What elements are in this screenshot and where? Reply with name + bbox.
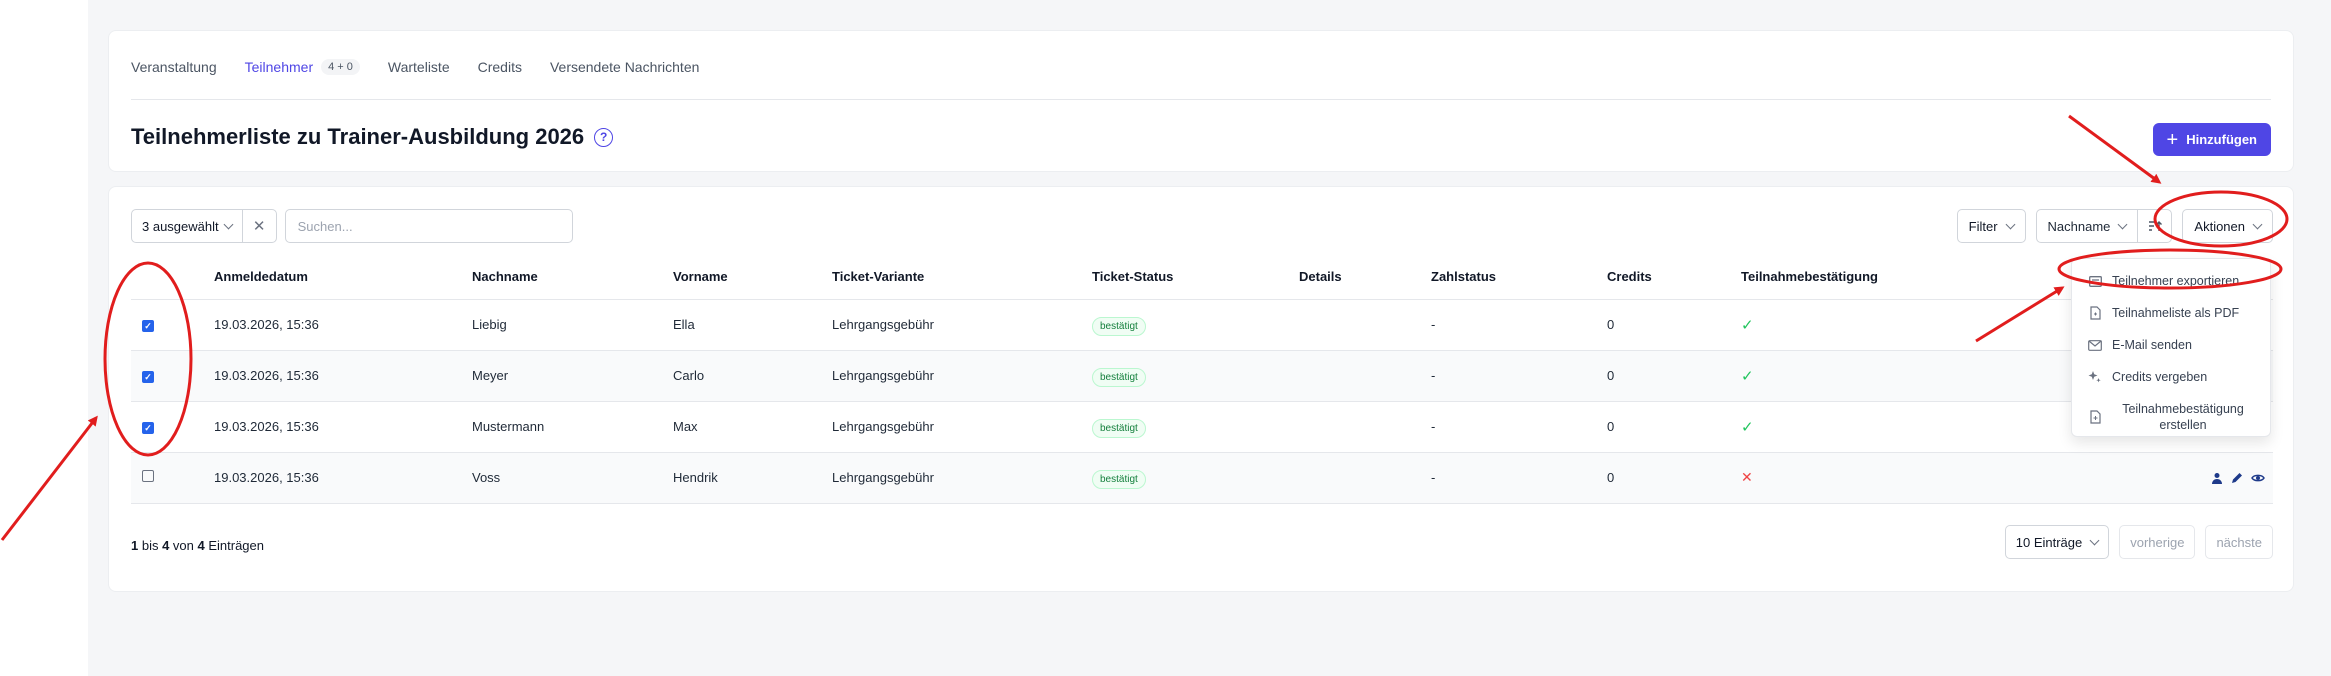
edit-icon[interactable]	[2231, 472, 2243, 484]
chevron-down-icon	[2089, 535, 2100, 545]
left-gutter	[0, 0, 88, 676]
table-row[interactable]: 19.03.2026, 15:36 Voss Hendrik Lehrgangs…	[131, 452, 2273, 504]
selection-group: 3 ausgewählt ✕	[131, 209, 277, 243]
next-page-button[interactable]: nächste	[2205, 525, 2273, 559]
export-icon	[2088, 274, 2102, 288]
sort-ascending-icon	[2148, 221, 2162, 231]
table-row[interactable]: ✓ 19.03.2026, 15:36 Meyer Carlo Lehrgang…	[131, 350, 2273, 402]
status-badge: bestätigt	[1092, 470, 1146, 489]
column-header[interactable]: Ticket-Status	[1092, 255, 1299, 300]
pagination-summary: 1 bis 4 von 4 Einträgen	[131, 538, 264, 553]
table-header-row: Anmeldedatum Nachname Vorname Ticket-Var…	[131, 255, 2273, 300]
column-header[interactable]: Details	[1299, 255, 1431, 300]
sort-group: Nachname	[2035, 209, 2173, 243]
row-actions	[2081, 472, 2273, 484]
actions-menu: Teilnehmer exportieren Teilnahmeliste al…	[2071, 258, 2271, 437]
menu-item-create-certificate[interactable]: Teilnahmebestätigung erstellen	[2072, 393, 2270, 441]
pdf-file-icon	[2088, 306, 2102, 320]
toolbar-right: Filter Nachname Aktionen	[1956, 209, 2273, 243]
menu-item-export-participants[interactable]: Teilnehmer exportieren	[2072, 265, 2270, 297]
tab-warteliste[interactable]: Warteliste	[388, 55, 450, 75]
row-checkbox[interactable]: ✓	[142, 320, 154, 333]
status-badge: bestätigt	[1092, 419, 1146, 438]
column-header[interactable]: Vorname	[673, 255, 832, 300]
row-checkbox[interactable]: ✓	[142, 371, 154, 384]
chevron-down-icon	[2252, 219, 2263, 229]
column-header[interactable]: Nachname	[472, 255, 673, 300]
filter-button[interactable]: Filter	[1956, 209, 2026, 243]
header-card: Veranstaltung Teilnehmer 4 + 0 Wartelist…	[108, 30, 2294, 172]
status-badge: bestätigt	[1092, 368, 1146, 387]
table-row[interactable]: ✓ 19.03.2026, 15:36 Mustermann Max Lehrg…	[131, 401, 2273, 453]
sort-field-dropdown[interactable]: Nachname	[2037, 210, 2138, 242]
mail-icon	[2088, 338, 2102, 352]
check-icon: ✓	[1741, 418, 1754, 436]
menu-item-award-credits[interactable]: Credits vergeben	[2072, 361, 2270, 393]
tab-versendete-nachrichten[interactable]: Versendete Nachrichten	[550, 55, 699, 75]
column-header[interactable]: Credits	[1607, 255, 1741, 300]
help-icon[interactable]: ?	[594, 127, 614, 147]
person-icon[interactable]	[2211, 472, 2223, 484]
previous-page-button[interactable]: vorherige	[2119, 525, 2196, 559]
cross-icon: ✕	[1741, 469, 1753, 485]
close-icon: ✕	[252, 218, 266, 235]
add-participant-button[interactable]: + Hinzufügen	[2152, 123, 2271, 156]
eye-icon[interactable]	[2251, 472, 2265, 484]
toolbar-left: 3 ausgewählt ✕	[131, 209, 573, 243]
check-icon: ✓	[1741, 316, 1754, 334]
column-header[interactable]: Zahlstatus	[1431, 255, 1607, 300]
row-checkbox[interactable]	[142, 470, 154, 482]
pagination-controls: 10 Einträge vorherige nächste	[2004, 525, 2273, 559]
status-badge: bestätigt	[1092, 317, 1146, 336]
sparkle-icon	[2088, 370, 2102, 384]
check-icon: ✓	[1741, 367, 1754, 385]
column-header[interactable]: Teilnahmebestätigung	[1741, 255, 2081, 300]
column-header[interactable]: Anmeldedatum	[214, 255, 472, 300]
selection-dropdown[interactable]: 3 ausgewählt	[132, 210, 242, 242]
search-input[interactable]	[284, 209, 573, 243]
chevron-down-icon	[2117, 219, 2128, 229]
row-checkbox[interactable]: ✓	[142, 422, 154, 435]
participant-count-badge: 4 + 0	[321, 59, 360, 75]
menu-item-send-email[interactable]: E-Mail senden	[2072, 329, 2270, 361]
chevron-down-icon	[223, 219, 234, 229]
certificate-file-icon	[2088, 410, 2102, 424]
table-row[interactable]: ✓ 19.03.2026, 15:36 Liebig Ella Lehrgang…	[131, 299, 2273, 351]
tab-veranstaltung[interactable]: Veranstaltung	[131, 55, 217, 75]
participants-card: 3 ausgewählt ✕ Filter Nachname Aktionen	[108, 186, 2294, 592]
column-header[interactable]: Ticket-Variante	[832, 255, 1092, 300]
tab-credits[interactable]: Credits	[478, 55, 522, 75]
page-title: Teilnehmerliste zu Trainer-Ausbildung 20…	[131, 124, 614, 150]
actions-button[interactable]: Aktionen	[2182, 209, 2273, 243]
plus-icon: +	[2166, 128, 2179, 151]
sort-direction-button[interactable]	[2137, 210, 2171, 242]
page-size-select[interactable]: 10 Einträge	[2004, 525, 2110, 559]
chevron-down-icon	[2005, 219, 2015, 229]
clear-selection-button[interactable]: ✕	[241, 210, 276, 242]
tab-teilnehmer[interactable]: Teilnehmer 4 + 0	[245, 55, 360, 75]
select-column-header	[131, 255, 214, 300]
participants-table: Anmeldedatum Nachname Vorname Ticket-Var…	[131, 255, 2273, 504]
tab-bar: Veranstaltung Teilnehmer 4 + 0 Wartelist…	[131, 31, 2271, 100]
menu-item-attendance-pdf[interactable]: Teilnahmeliste als PDF	[2072, 297, 2270, 329]
